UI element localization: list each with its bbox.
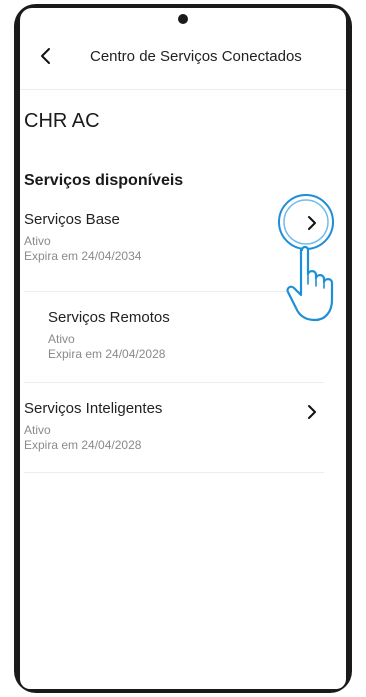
camera-dot (178, 14, 188, 24)
service-expiry: Expira em 24/04/2028 (48, 347, 166, 361)
service-expiry: Expira em 24/04/2028 (24, 438, 142, 452)
section-title: Serviços disponíveis (24, 172, 184, 189)
chevron-right-icon (308, 405, 316, 419)
hand-pointer-icon (278, 194, 334, 322)
app-header: Centro de Serviços Conectados (20, 30, 346, 90)
chevron-left-icon (41, 48, 50, 64)
service-status: Ativo (24, 423, 51, 437)
device-name: CHR AC (24, 110, 100, 132)
service-name: Serviços Inteligentes (24, 400, 163, 417)
back-button[interactable] (34, 44, 58, 68)
service-status: Ativo (48, 332, 75, 346)
page-title: Centro de Serviços Conectados (90, 48, 302, 65)
service-item-intelligent[interactable]: Serviços Inteligentes Ativo Expira em 24… (24, 383, 324, 473)
